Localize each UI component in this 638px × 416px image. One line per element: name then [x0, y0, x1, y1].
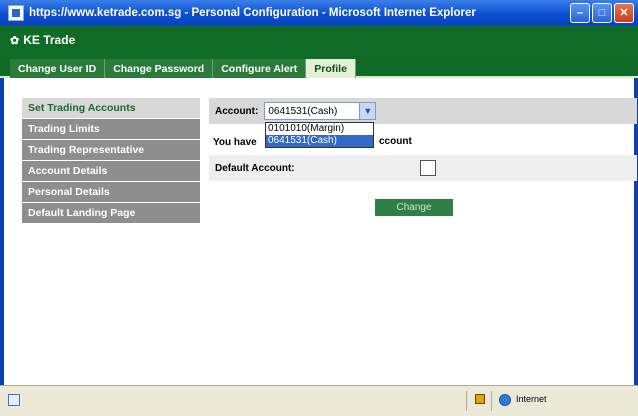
default-account-row: Default Account: — [209, 155, 637, 181]
window-controls: – □ ✕ — [570, 3, 634, 23]
account-select-value: 0641531(Cash) — [268, 105, 338, 117]
account-select[interactable]: 0641531(Cash) ▼ — [264, 102, 377, 120]
globe-icon — [499, 394, 511, 406]
sidebar-item-label: Personal Details — [28, 186, 110, 198]
sidebar-item-label: Trading Representative — [28, 144, 145, 156]
dropdown-option-cash[interactable]: 0641531(Cash) — [266, 135, 373, 147]
sidebar-item-label: Account Details — [28, 165, 108, 177]
security-zone-label: Internet — [516, 394, 547, 404]
close-button[interactable]: ✕ — [614, 3, 634, 23]
maximize-button[interactable]: □ — [592, 3, 612, 23]
info-text-start: You have — [213, 136, 257, 148]
default-account-label: Default Account: — [215, 162, 295, 174]
sidebar-item-default-landing-page[interactable]: Default Landing Page — [22, 203, 200, 223]
info-text-end: ccount — [379, 136, 412, 147]
status-separator — [491, 391, 492, 411]
sidebar-item-label: Trading Limits — [28, 123, 100, 135]
sidebar-item-label: Default Landing Page — [28, 207, 136, 219]
sidebar-item-label: Set Trading Accounts — [28, 102, 136, 114]
window-frame-right — [634, 78, 638, 385]
tab-configure-alert[interactable]: Configure Alert — [213, 59, 307, 78]
status-separator — [466, 391, 467, 411]
tab-profile[interactable]: Profile — [306, 59, 356, 78]
account-dropdown-list: 0101010(Margin) 0641531(Cash) — [265, 122, 374, 148]
lock-icon — [475, 394, 485, 404]
sidebar-item-trading-limits[interactable]: Trading Limits — [22, 119, 200, 139]
chevron-down-icon[interactable]: ▼ — [359, 103, 376, 119]
minimize-button[interactable]: – — [570, 3, 590, 23]
sidebar-item-personal-details[interactable]: Personal Details — [22, 182, 200, 202]
app-header: ✿ KE Trade — [0, 26, 638, 59]
tab-bar: Change User ID Change Password Configure… — [0, 59, 638, 78]
sidebar-item-account-details[interactable]: Account Details — [22, 161, 200, 181]
app-logo: ✿ KE Trade — [10, 33, 75, 47]
change-button[interactable]: Change — [375, 199, 453, 216]
tab-change-user-id[interactable]: Change User ID — [10, 59, 106, 78]
ie-browser-icon — [8, 5, 24, 21]
dropdown-option-margin[interactable]: 0101010(Margin) — [266, 123, 373, 135]
sidebar: Set Trading Accounts Trading Limits Trad… — [22, 98, 200, 224]
tab-change-password[interactable]: Change Password — [105, 59, 214, 78]
window-title: https://www.ketrade.com.sg - Personal Co… — [29, 7, 476, 19]
ke-logo-icon: ✿ — [10, 34, 20, 47]
default-account-checkbox[interactable] — [420, 160, 436, 176]
sidebar-item-set-trading-accounts[interactable]: Set Trading Accounts — [22, 98, 200, 118]
window-titlebar: https://www.ketrade.com.sg - Personal Co… — [0, 0, 638, 26]
sidebar-item-trading-representative[interactable]: Trading Representative — [22, 140, 200, 160]
window-frame-left — [0, 78, 4, 385]
page-icon — [8, 394, 20, 406]
app-name: KE Trade — [23, 33, 76, 47]
account-label: Account: — [215, 105, 259, 117]
status-bar: Internet — [0, 385, 638, 416]
account-row: Account: 0641531(Cash) ▼ — [209, 98, 637, 124]
